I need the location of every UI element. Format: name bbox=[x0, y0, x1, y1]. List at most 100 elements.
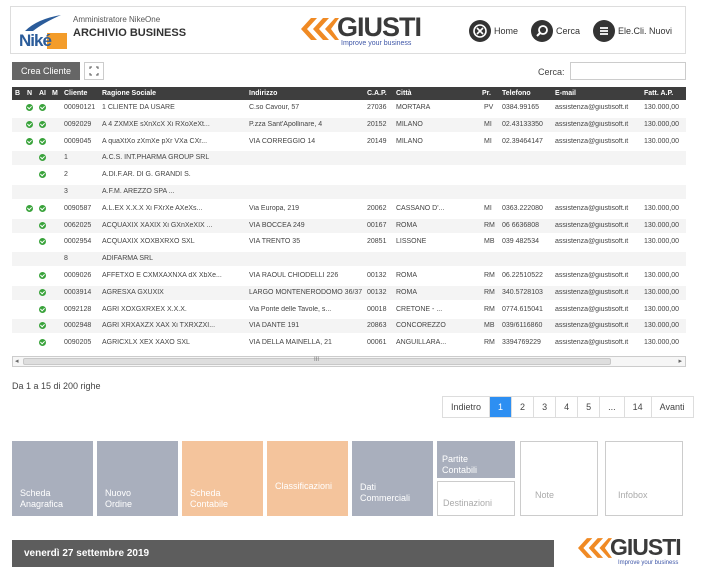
col-email[interactable]: E-mail bbox=[555, 90, 576, 97]
row-ragione: AFFETXO E CXMXAXNXA dX XbXe... bbox=[102, 272, 222, 279]
row-telefono: 06.22510522 bbox=[502, 272, 543, 279]
table-row[interactable]: 0009045 A quaXtXo zXmXe pXr VXa CXr... VIA… bbox=[12, 135, 686, 149]
nav-new-clients[interactable]: Ele.Cli. Nuovi bbox=[593, 19, 672, 43]
tile-note[interactable]: Note bbox=[520, 441, 598, 516]
tile-classificazioni[interactable]: Classificazioni bbox=[267, 441, 348, 516]
row-ragione: 1 CLIENTE DA USARE bbox=[102, 104, 175, 111]
brand-name: GIUSTI bbox=[610, 534, 682, 560]
fullscreen-button[interactable] bbox=[84, 62, 104, 80]
col-b[interactable]: B bbox=[15, 90, 20, 97]
row-pr: MI bbox=[484, 137, 492, 145]
create-client-button[interactable]: Crea Cliente bbox=[12, 62, 80, 80]
table-row[interactable]: 0002948 AGRI XRXAXZX XAX Xi TXRXZXI... VIA… bbox=[12, 319, 686, 334]
table-row[interactable]: 0003914 AGRESXA GXUXIX LARGO MONTENERODOMO… bbox=[12, 285, 686, 300]
nav-new-clients-label: Ele.Cli. Nuovi bbox=[618, 26, 673, 36]
col-ai[interactable]: AI bbox=[39, 90, 46, 97]
row-cap: 00018 bbox=[367, 305, 387, 313]
row-telefono: 06 6636808 bbox=[502, 221, 539, 229]
col-m[interactable]: M bbox=[52, 90, 58, 97]
row-citta: MILANO bbox=[396, 137, 423, 145]
page-button[interactable]: 5 bbox=[578, 397, 601, 417]
tile-destinazioni[interactable]: Destinazioni bbox=[437, 481, 515, 516]
tile-scheda-anagrafica[interactable]: Scheda Anagrafica bbox=[12, 441, 93, 516]
row-pr: RM bbox=[484, 288, 495, 296]
col-telefono[interactable]: Telefono bbox=[502, 90, 531, 97]
table-row[interactable]: 0092029 A 4 ZXMXE sXnXcX Xi RXoXeXt... P.z… bbox=[12, 117, 686, 132]
row-indirizzo: VIA DELLA MAINELLA, 21 bbox=[249, 339, 332, 347]
row-cliente: 0062025 bbox=[64, 221, 92, 229]
table-row[interactable]: 0062025 ACQUAXIX XAXIX Xi GXnXeXIX ... VIA… bbox=[12, 218, 686, 233]
row-fatt: 130.000,00 bbox=[644, 322, 680, 330]
row-fatt: 130.000,00 bbox=[644, 120, 680, 128]
page-button[interactable]: 1 bbox=[490, 397, 513, 417]
row-citta: MILANO bbox=[396, 120, 423, 128]
row-email: assistenza@giustisoft.it bbox=[555, 204, 629, 212]
row-indirizzo: VIA RAOUL CHIODELLI 226 bbox=[249, 272, 339, 279]
col-indirizzo[interactable]: Indirizzo bbox=[249, 90, 277, 97]
check-icon bbox=[26, 104, 33, 111]
table-row[interactable]: 0092128 AGRI XOXGXRXEX X.X.X. Via Ponte de… bbox=[12, 303, 686, 317]
row-cliente: 8 bbox=[64, 255, 68, 263]
page-button[interactable]: 4 bbox=[556, 397, 579, 417]
tile-infobox[interactable]: Infobox bbox=[605, 441, 683, 516]
table-row[interactable]: 8 ADIFARMA SRL bbox=[12, 252, 686, 267]
row-telefono: 039 482534 bbox=[502, 238, 539, 246]
table-row[interactable]: 00090121 1 CLIENTE DA USARE C.so Cavour, 5… bbox=[12, 101, 686, 115]
scroll-left-icon[interactable]: ◂ bbox=[15, 357, 19, 365]
check-icon bbox=[39, 322, 46, 330]
col-ragione[interactable]: Ragione Sociale bbox=[102, 90, 156, 97]
col-cap[interactable]: C.A.P. bbox=[367, 90, 387, 97]
col-citta[interactable]: Città bbox=[396, 90, 412, 97]
home-x-icon bbox=[469, 20, 491, 42]
check-icon bbox=[39, 154, 46, 162]
check-icon bbox=[39, 137, 46, 145]
check-icon bbox=[39, 339, 46, 347]
col-pr[interactable]: Pr. bbox=[482, 90, 491, 97]
table-row[interactable]: 2 A.DI.F.AR. DI G. GRANDI S. bbox=[12, 168, 686, 182]
row-ragione: ACQUAXIX XAXIX Xi GXnXeXIX ... bbox=[102, 221, 213, 229]
tile-nuovo-ordine[interactable]: Nuovo Ordine bbox=[97, 441, 178, 516]
table-row[interactable]: 0009026 AFFETXO E CXMXAXNXA dX XbXe... VIA… bbox=[12, 269, 686, 283]
tile-dati-commerciali[interactable]: Dati Commerciali bbox=[352, 441, 433, 516]
nav-search[interactable]: Cerca bbox=[531, 19, 580, 43]
search-input[interactable] bbox=[570, 62, 686, 80]
tile-label: Note bbox=[535, 490, 555, 500]
page-button[interactable]: 3 bbox=[534, 397, 557, 417]
check-icon bbox=[26, 137, 33, 145]
col-n[interactable]: N bbox=[27, 90, 32, 97]
row-cliente: 0092029 bbox=[64, 120, 92, 128]
horizontal-scrollbar[interactable]: ◂ III ▸ bbox=[12, 356, 686, 367]
row-email: assistenza@giustisoft.it bbox=[555, 339, 629, 347]
tile-label: Nuovo Ordine bbox=[105, 488, 133, 509]
table-row[interactable]: 0090205 AGRICXLX XEX XAXO SXL VIA DELLA MA… bbox=[12, 336, 686, 350]
search-label: Cerca: bbox=[538, 67, 565, 77]
table-row[interactable]: 0090587 A.L.EX X.X.X Xi FXrXe AXeXs... Via… bbox=[12, 202, 686, 216]
nav-home[interactable]: Home bbox=[469, 19, 518, 43]
row-ragione: A.F.M. AREZZO SPA ... bbox=[102, 188, 175, 195]
row-telefono: 0774.615041 bbox=[502, 305, 543, 313]
page-button[interactable]: 2 bbox=[512, 397, 535, 417]
check-icon bbox=[39, 171, 46, 179]
scroll-thumb[interactable]: III bbox=[23, 357, 611, 365]
col-cliente[interactable]: Cliente bbox=[64, 90, 87, 97]
page-button[interactable]: 14 bbox=[624, 397, 652, 417]
table-row[interactable]: 3 A.F.M. AREZZO SPA ... bbox=[12, 185, 686, 199]
page-button[interactable]: Indietro bbox=[443, 397, 491, 417]
row-email: assistenza@giustisoft.it bbox=[555, 120, 629, 128]
table-row[interactable]: 0002954 ACQUAXIX XOXBXRXO SXL VIA TRENTO 3… bbox=[12, 235, 686, 249]
row-telefono: 340.5728103 bbox=[502, 288, 543, 296]
tile-scheda-contabile[interactable]: Scheda Contabile bbox=[182, 441, 263, 516]
row-cliente: 0003914 bbox=[64, 288, 92, 296]
list-icon bbox=[593, 20, 615, 42]
tile-partite-contabili[interactable]: Partite Contabili bbox=[437, 441, 515, 478]
check-icon bbox=[39, 238, 46, 246]
row-citta: MORTARA bbox=[396, 104, 431, 111]
row-cliente: 1 bbox=[64, 154, 68, 162]
page-button[interactable]: Avanti bbox=[651, 397, 693, 417]
row-email: assistenza@giustisoft.it bbox=[555, 272, 629, 279]
scroll-right-icon[interactable]: ▸ bbox=[678, 357, 682, 365]
row-cliente: 00090121 bbox=[64, 104, 96, 111]
row-ragione: AGRICXLX XEX XAXO SXL bbox=[102, 339, 190, 347]
table-row[interactable]: 1 A.C.S. INT.PHARMA GROUP SRL bbox=[12, 151, 686, 166]
col-fatt[interactable]: Fatt. A.P. bbox=[644, 90, 673, 97]
